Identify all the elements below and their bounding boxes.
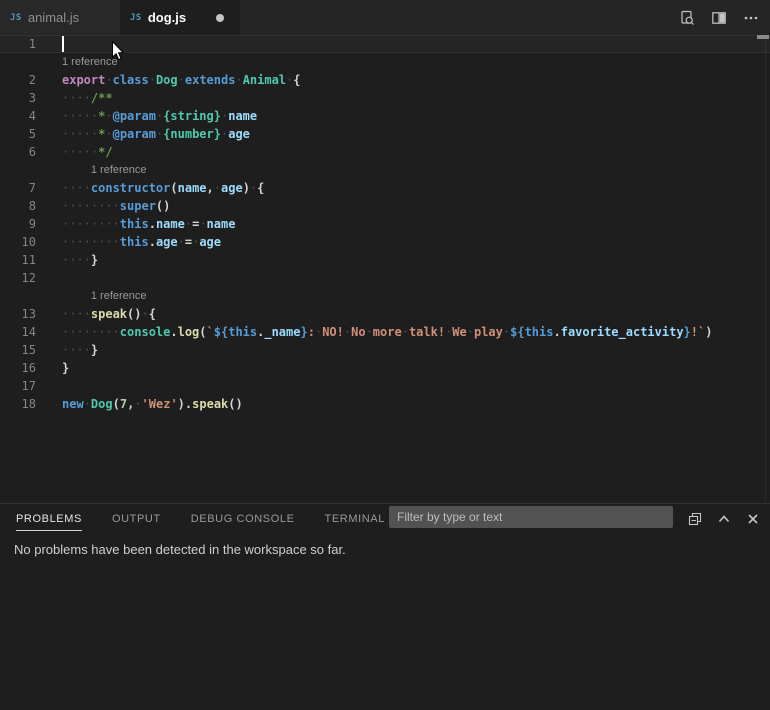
editor-actions — [676, 0, 770, 35]
panel-tab-problems[interactable]: PROBLEMS — [16, 508, 82, 531]
line-number[interactable]: 12 — [0, 269, 36, 287]
close-panel-icon[interactable] — [744, 510, 762, 528]
javascript-file-icon: JS — [10, 13, 22, 23]
line-number[interactable]: 5 — [0, 125, 36, 143]
gutter-spacer — [0, 53, 36, 71]
code-line-content[interactable]: ····} — [36, 341, 98, 359]
code-line[interactable]: 8········super() — [0, 197, 770, 215]
gutter-spacer — [0, 161, 36, 179]
code-line[interactable]: 3····/** — [0, 89, 770, 107]
javascript-file-icon: JS — [130, 13, 142, 23]
code-line[interactable]: 2export·class·Dog·extends·Animal·{ — [0, 71, 770, 89]
codelens-row: 1 reference — [0, 287, 770, 305]
line-number[interactable]: 15 — [0, 341, 36, 359]
line-number[interactable]: 4 — [0, 107, 36, 125]
code-line-content[interactable]: ····/** — [36, 89, 113, 107]
editor-rows: 11 reference2export·class·Dog·extends·An… — [0, 35, 770, 413]
code-line-content[interactable]: export·class·Dog·extends·Animal·{ — [36, 71, 301, 89]
code-line-content[interactable]: } — [36, 359, 69, 377]
code-line-content[interactable]: ·····*·@param·{string}·name — [36, 107, 257, 125]
panel-tab-terminal[interactable]: TERMINAL — [325, 508, 385, 531]
code-line-content[interactable]: ····constructor(name,·age)·{ — [36, 179, 264, 197]
panel-tab-debug-console[interactable]: DEBUG CONSOLE — [191, 508, 295, 531]
overview-cursor-marker — [757, 35, 769, 39]
tab-label-animal: animal.js — [28, 10, 79, 25]
code-line[interactable]: 12 — [0, 269, 770, 287]
line-number[interactable]: 16 — [0, 359, 36, 377]
code-line-content[interactable]: ····speak()·{ — [36, 305, 156, 323]
code-line[interactable]: 9········this.name·=·name — [0, 215, 770, 233]
line-number[interactable]: 3 — [0, 89, 36, 107]
overview-ruler — [765, 35, 766, 503]
code-line[interactable]: 14········console.log(`${this._name}:·NO… — [0, 323, 770, 341]
code-line-content[interactable]: ········this.name·=·name — [36, 215, 235, 233]
line-number[interactable]: 1 — [0, 35, 36, 53]
problems-empty-message: No problems have been detected in the wo… — [14, 542, 770, 557]
line-number[interactable]: 8 — [0, 197, 36, 215]
code-editor[interactable]: 11 reference2export·class·Dog·extends·An… — [0, 35, 770, 503]
code-line-content[interactable] — [36, 377, 62, 395]
line-number[interactable]: 7 — [0, 179, 36, 197]
code-line[interactable]: 16} — [0, 359, 770, 377]
tab-strip-empty — [240, 0, 676, 35]
code-line[interactable]: 6·····*/ — [0, 143, 770, 161]
code-line[interactable]: 10········this.age·=·age — [0, 233, 770, 251]
code-line[interactable]: 17 — [0, 377, 770, 395]
codelens-reference-link[interactable]: 1 reference — [36, 287, 147, 305]
codelens-row: 1 reference — [0, 161, 770, 179]
panel-actions — [686, 504, 770, 534]
maximize-panel-icon[interactable] — [715, 510, 733, 528]
code-line-content[interactable]: ·····*/ — [36, 143, 113, 161]
line-number[interactable]: 18 — [0, 395, 36, 413]
code-line-content[interactable]: new·Dog(7,·'Wez').speak() — [36, 395, 243, 413]
code-line-content[interactable]: ········super() — [36, 197, 170, 215]
code-line-content[interactable]: ········console.log(`${this._name}:·NO!·… — [36, 323, 712, 341]
codelens-reference-link[interactable]: 1 reference — [36, 53, 118, 71]
search-file-icon[interactable] — [676, 7, 698, 29]
unsaved-changes-dot[interactable] — [216, 14, 224, 22]
codelens-reference-link[interactable]: 1 reference — [36, 161, 147, 179]
code-line[interactable]: 1 — [0, 35, 770, 53]
tab-animal-js[interactable]: JS animal.js — [0, 0, 120, 35]
panel-tab-output[interactable]: OUTPUT — [112, 508, 161, 531]
panel-header: PROBLEMS OUTPUT DEBUG CONSOLE TERMINAL — [0, 504, 770, 534]
code-line-content[interactable]: ····} — [36, 251, 98, 269]
codelens-row: 1 reference — [0, 53, 770, 71]
code-line[interactable]: 7····constructor(name,·age)·{ — [0, 179, 770, 197]
line-number[interactable]: 11 — [0, 251, 36, 269]
code-line-content[interactable] — [36, 269, 62, 287]
line-number[interactable]: 6 — [0, 143, 36, 161]
text-cursor — [62, 36, 64, 52]
tab-bar: JS animal.js JS dog.js — [0, 0, 770, 35]
line-number[interactable]: 13 — [0, 305, 36, 323]
code-line[interactable]: 11····} — [0, 251, 770, 269]
code-line[interactable]: 15····} — [0, 341, 770, 359]
vscode-window: { "tabs": { "items": [ { "label": "anima… — [0, 0, 770, 710]
code-line[interactable]: 13····speak()·{ — [0, 305, 770, 323]
collapse-all-icon[interactable] — [686, 510, 704, 528]
code-line-content[interactable]: ········this.age·=·age — [36, 233, 221, 251]
tab-label-dog: dog.js — [148, 10, 186, 25]
line-number[interactable]: 9 — [0, 215, 36, 233]
code-line-content[interactable]: ·····*·@param·{number}·age — [36, 125, 250, 143]
more-actions-icon[interactable] — [740, 7, 762, 29]
code-line[interactable]: 4·····*·@param·{string}·name — [0, 107, 770, 125]
line-number[interactable]: 14 — [0, 323, 36, 341]
line-number[interactable]: 2 — [0, 71, 36, 89]
problems-panel: PROBLEMS OUTPUT DEBUG CONSOLE TERMINAL — [0, 503, 770, 710]
code-line-content[interactable] — [36, 35, 62, 53]
code-line[interactable]: 18new·Dog(7,·'Wez').speak() — [0, 395, 770, 413]
line-number[interactable]: 17 — [0, 377, 36, 395]
gutter-spacer — [0, 287, 36, 305]
tab-dog-js[interactable]: JS dog.js — [120, 0, 240, 35]
line-number[interactable]: 10 — [0, 233, 36, 251]
split-editor-icon[interactable] — [708, 7, 730, 29]
problems-filter-input[interactable] — [389, 506, 673, 528]
code-line[interactable]: 5·····*·@param·{number}·age — [0, 125, 770, 143]
